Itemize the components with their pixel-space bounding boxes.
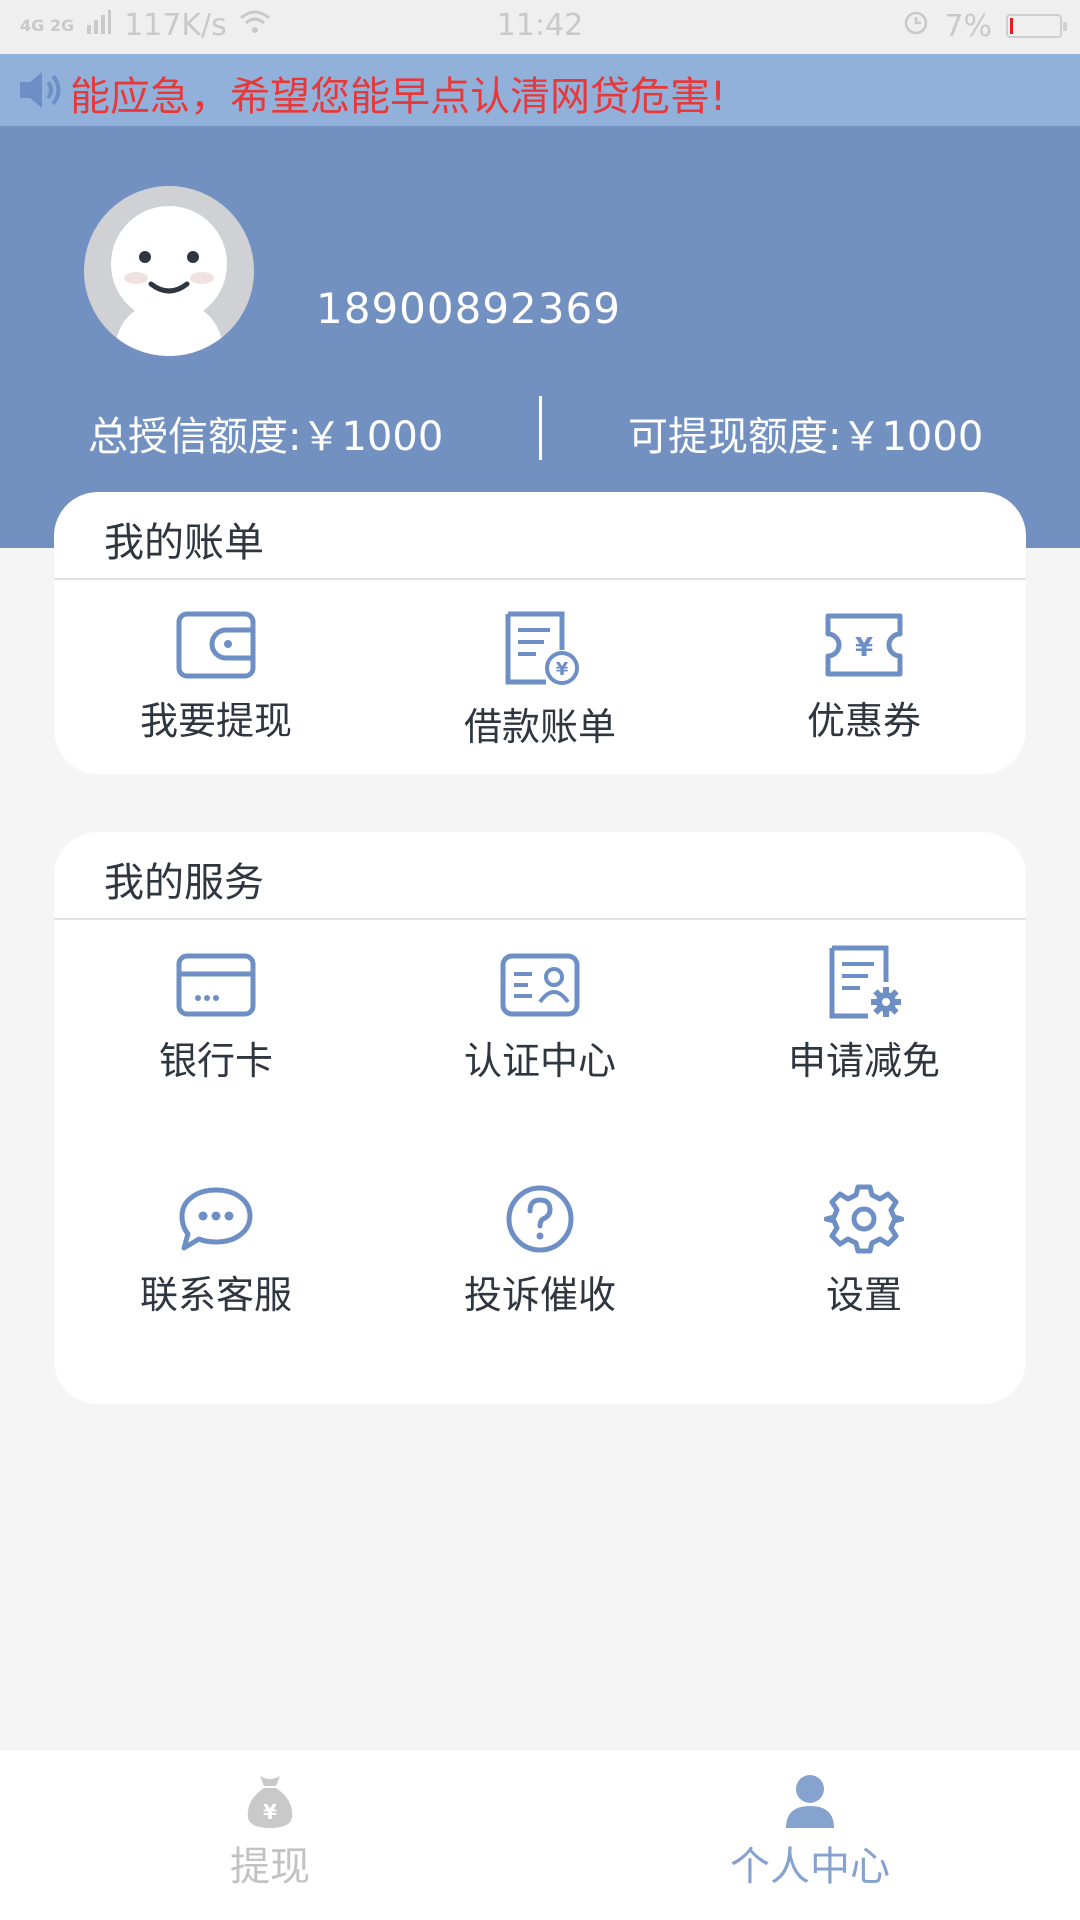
services-title: 我的服务 [104, 860, 264, 906]
profile-header: 18900892369 总授信额度:￥1000 可提现额度:￥1000 [0, 126, 1080, 548]
status-bar: 4G 2G 117K/s 11:42 7% [0, 0, 1080, 54]
tab-personal-center-label: 个人中心 [730, 1844, 890, 1890]
withdraw-item[interactable]: 我要提现 [54, 610, 378, 745]
coupon-icon: ¥ [702, 610, 1026, 684]
gear-icon [702, 1184, 1026, 1258]
credit-limits: 总授信额度:￥1000 可提现额度:￥1000 [0, 396, 1080, 466]
svg-text:¥: ¥ [263, 1800, 277, 1824]
customer-service-item[interactable]: 联系客服 [54, 1184, 378, 1319]
complaint-collection-item[interactable]: 投诉催收 [378, 1184, 702, 1319]
person-icon [782, 1775, 838, 1834]
divider [539, 396, 542, 460]
coupon-item[interactable]: ¥ 优惠券 [702, 610, 1026, 745]
verification-center-item[interactable]: 认证中心 [378, 950, 702, 1085]
available-withdraw: 可提现额度:￥1000 [628, 414, 984, 460]
document-settings-icon [702, 944, 1026, 1024]
settings-item[interactable]: 设置 [702, 1184, 1026, 1319]
withdraw-label: 我要提现 [139, 699, 292, 743]
bills-title: 我的账单 [104, 520, 264, 566]
chat-bubble-icon [54, 1184, 378, 1258]
notice-marquee: 能应急，希望您能早点认清网贷危害! [0, 54, 1080, 126]
verification-center-label: 认证中心 [463, 1039, 616, 1083]
loan-bill-item[interactable]: ¥ 借款账单 [378, 610, 702, 751]
svg-text:¥: ¥ [855, 633, 873, 663]
bill-document-icon: ¥ [378, 610, 702, 690]
phone-number: 18900892369 [316, 284, 621, 333]
battery-icon [1006, 14, 1067, 38]
complaint-collection-label: 投诉催收 [463, 1273, 616, 1317]
tab-personal-center[interactable]: 个人中心 [540, 1772, 1080, 1892]
bank-card-icon [54, 950, 378, 1024]
tab-withdraw-label: 提现 [230, 1844, 310, 1890]
bank-card-label: 银行卡 [158, 1039, 273, 1083]
notice-text: 能应急，希望您能早点认清网贷危害! [70, 74, 727, 120]
svg-text:¥: ¥ [556, 659, 569, 680]
avatar-face-icon [84, 186, 254, 356]
tab-withdraw[interactable]: ¥ 提现 [0, 1772, 540, 1892]
bottom-tab-bar: ¥ 提现 个人中心 [0, 1750, 1080, 1920]
alarm-icon [902, 8, 930, 44]
divider [54, 918, 1026, 920]
divider [54, 578, 1026, 580]
avatar[interactable] [84, 186, 254, 356]
apply-reduction-item[interactable]: 申请减免 [702, 944, 1026, 1085]
question-circle-icon [378, 1184, 702, 1258]
services-card: 我的服务 银行卡 认证中心 申请减免 联系客服 投诉催收 设置 [54, 832, 1026, 1404]
wallet-icon [54, 610, 378, 684]
money-bag-icon: ¥ [242, 1776, 298, 1834]
bills-card: 我的账单 我要提现 ¥ 借款账单 ¥ 优惠券 [54, 492, 1026, 774]
total-credit: 总授信额度:￥1000 [88, 414, 444, 460]
battery-percent: 7% [944, 8, 992, 44]
bank-card-item[interactable]: 银行卡 [54, 950, 378, 1085]
loan-bill-label: 借款账单 [463, 705, 616, 749]
id-card-icon [378, 950, 702, 1024]
apply-reduction-label: 申请减免 [787, 1039, 940, 1083]
coupon-label: 优惠券 [806, 699, 921, 743]
settings-label: 设置 [825, 1273, 902, 1317]
customer-service-label: 联系客服 [139, 1273, 292, 1317]
speaker-icon [18, 68, 66, 116]
